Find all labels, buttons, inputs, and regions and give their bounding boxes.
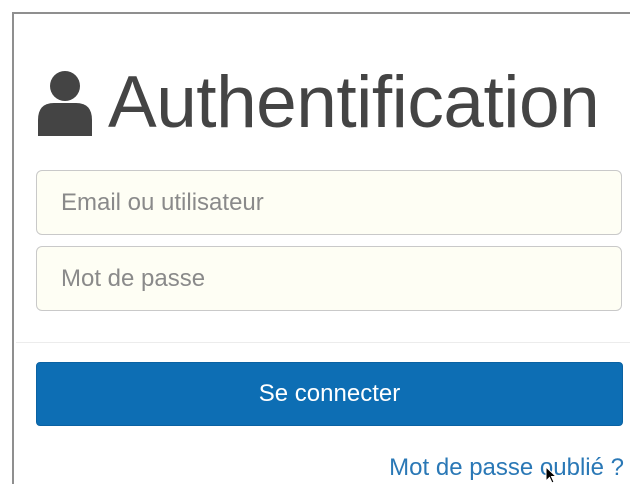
form-divider [16, 342, 630, 343]
user-icon [38, 71, 92, 136]
page-title: Authentification [108, 62, 600, 143]
login-panel: Authentification Se connecter Mot de pas… [12, 12, 630, 484]
forgot-password-link[interactable]: Mot de passe oublié ? [389, 454, 624, 482]
login-button[interactable]: Se connecter [36, 362, 623, 426]
panel-header: Authentification [36, 58, 600, 148]
mouse-cursor-icon [545, 466, 557, 484]
password-input[interactable] [36, 246, 622, 311]
email-input[interactable] [36, 170, 622, 235]
